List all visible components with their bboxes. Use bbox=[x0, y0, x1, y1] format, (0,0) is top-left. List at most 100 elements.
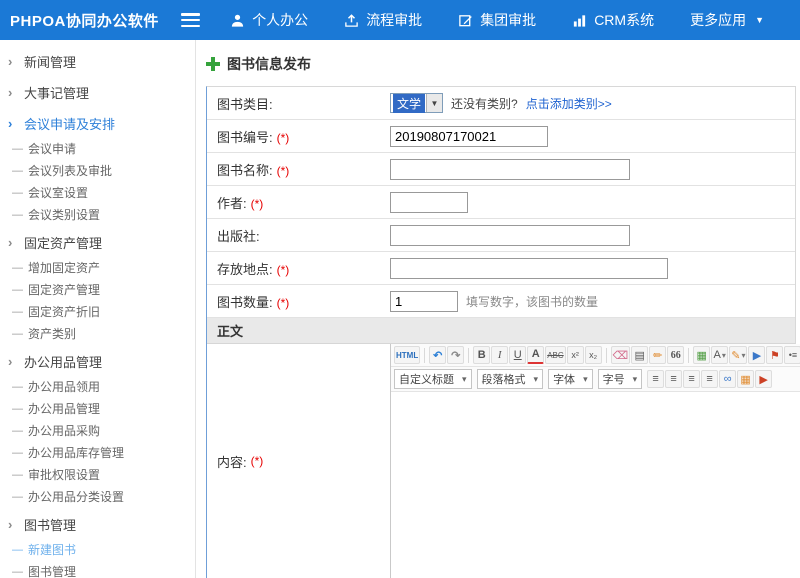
field-label: 图书编号:(*) bbox=[207, 127, 390, 146]
italic-icon[interactable]: I bbox=[491, 346, 508, 364]
nav-crm-system[interactable]: CRM系统 bbox=[572, 10, 654, 30]
nav-personal-office[interactable]: 个人办公 bbox=[230, 10, 308, 30]
sidebar-item-meeting-list[interactable]: 会议列表及审批 bbox=[0, 159, 195, 181]
sidebar-item-label: 图书管理 bbox=[28, 563, 76, 578]
chevron-right-icon bbox=[8, 354, 24, 369]
dash-icon bbox=[12, 141, 28, 155]
undo-icon[interactable]: ↶ bbox=[429, 346, 446, 364]
paragraph-format-select[interactable]: 段落格式 bbox=[477, 369, 544, 389]
nav-process-approval[interactable]: 流程审批 bbox=[344, 10, 422, 30]
nav-group-approval[interactable]: 集团审批 bbox=[458, 10, 536, 30]
sidebar-item-label: 办公用品分类设置 bbox=[28, 488, 124, 505]
sidebar-item-meeting[interactable]: 会议申请及安排 bbox=[0, 110, 195, 137]
align-right-icon[interactable]: ≡ bbox=[683, 370, 700, 388]
sidebar-item-meeting-category[interactable]: 会议类别设置 bbox=[0, 203, 195, 225]
link-icon[interactable]: ∞ bbox=[719, 370, 736, 388]
strikethrough-icon[interactable]: ABC bbox=[545, 346, 565, 364]
font-family-select[interactable]: 字体 bbox=[548, 369, 593, 389]
sidebar-item-news[interactable]: 新闻管理 bbox=[0, 48, 195, 75]
redo-icon[interactable]: ↷ bbox=[447, 346, 464, 364]
editor-toolbar-row1: HTML ↶ ↷ B I U A ABC x² x₂ ⌫ bbox=[391, 344, 800, 367]
dash-icon bbox=[12, 445, 28, 459]
book-number-input[interactable] bbox=[390, 126, 548, 147]
font-size-select[interactable]: 字号 bbox=[598, 369, 643, 389]
insert-image-icon[interactable]: ▦ bbox=[693, 346, 710, 364]
font-color-menu-icon[interactable]: A bbox=[711, 346, 728, 364]
nav-more-apps[interactable]: 更多应用 ▼ bbox=[690, 10, 764, 30]
author-input[interactable] bbox=[390, 192, 468, 213]
sidebar-item-supplies-stock[interactable]: 办公用品库存管理 bbox=[0, 441, 195, 463]
sidebar-item-assets[interactable]: 固定资产管理 bbox=[0, 229, 195, 256]
subscript-icon[interactable]: x₂ bbox=[585, 346, 602, 364]
flag-icon[interactable]: ⚑ bbox=[766, 346, 783, 364]
sidebar-item-supplies-use[interactable]: 办公用品领用 bbox=[0, 375, 195, 397]
sidebar-item-book-manage[interactable]: 图书管理 bbox=[0, 560, 195, 578]
sidebar-item-asset-depreciation[interactable]: 固定资产折旧 bbox=[0, 300, 195, 322]
video-icon[interactable]: ▶ bbox=[755, 370, 772, 388]
sidebar-item-supplies[interactable]: 办公用品管理 bbox=[0, 348, 195, 375]
form-row-category: 图书类目: 文学 ▼ 还没有类别? 点击添加类别>> bbox=[207, 87, 795, 120]
required-mark: (*) bbox=[277, 131, 290, 145]
font-color-icon[interactable]: A bbox=[527, 346, 544, 364]
sidebar-item-label: 新建图书 bbox=[28, 541, 76, 558]
sidebar-item-book-new[interactable]: 新建图书 bbox=[0, 538, 195, 560]
sidebar-item-supplies-category[interactable]: 办公用品分类设置 bbox=[0, 485, 195, 507]
category-select[interactable]: 文学 ▼ bbox=[390, 93, 443, 113]
align-center-icon[interactable]: ≡ bbox=[665, 370, 682, 388]
media-icon[interactable]: ▶ bbox=[748, 346, 765, 364]
add-category-link[interactable]: 点击添加类别>> bbox=[526, 95, 612, 112]
editor-content-area[interactable] bbox=[391, 392, 800, 578]
dash-icon bbox=[12, 489, 28, 503]
field-label: 出版社: bbox=[207, 226, 390, 245]
form-row-author: 作者:(*) bbox=[207, 186, 795, 219]
upload-process-icon bbox=[344, 13, 359, 28]
sidebar-item-supplies-manage[interactable]: 办公用品管理 bbox=[0, 397, 195, 419]
sidebar-item-asset-category[interactable]: 资产类别 bbox=[0, 322, 195, 344]
quantity-input[interactable] bbox=[390, 291, 458, 312]
sidebar-item-label: 办公用品库存管理 bbox=[28, 444, 124, 461]
custom-title-select[interactable]: 自定义标题 bbox=[394, 369, 472, 389]
format-brush-icon[interactable]: ✏ bbox=[649, 346, 666, 364]
form-row-quantity: 图书数量:(*) 填写数字，该图书的数量 bbox=[207, 285, 795, 318]
bold-icon[interactable]: B bbox=[473, 346, 490, 364]
sidebar-item-supplies-purchase[interactable]: 办公用品采购 bbox=[0, 419, 195, 441]
sidebar-item-books[interactable]: 图书管理 bbox=[0, 511, 195, 538]
sidebar-item-label: 会议申请及安排 bbox=[24, 114, 115, 133]
blockquote-icon[interactable]: 66 bbox=[667, 346, 684, 364]
html-source-icon[interactable]: HTML bbox=[394, 346, 420, 364]
hamburger-menu-icon[interactable] bbox=[181, 13, 200, 27]
sidebar-item-meeting-apply[interactable]: 会议申请 bbox=[0, 137, 195, 159]
rich-text-editor: HTML ↶ ↷ B I U A ABC x² x₂ ⌫ bbox=[390, 344, 800, 578]
body-section-title: 正文 bbox=[207, 318, 795, 344]
book-form: 图书类目: 文学 ▼ 还没有类别? 点击添加类别>> 图书编号:(*) 图书名称… bbox=[206, 86, 796, 578]
dash-icon bbox=[12, 564, 28, 578]
edit-square-icon bbox=[458, 13, 473, 28]
underline-icon[interactable]: U bbox=[509, 346, 526, 364]
sidebar-item-asset-manage[interactable]: 固定资产管理 bbox=[0, 278, 195, 300]
superscript-icon[interactable]: x² bbox=[567, 346, 584, 364]
nav-label: 个人办公 bbox=[252, 10, 308, 30]
align-left-icon[interactable]: ≡ bbox=[647, 370, 664, 388]
paste-icon[interactable]: ▤ bbox=[631, 346, 648, 364]
dropdown-arrow-icon[interactable]: ▼ bbox=[426, 94, 442, 112]
align-justify-icon[interactable]: ≡ bbox=[701, 370, 718, 388]
form-row-publisher: 出版社: bbox=[207, 219, 795, 252]
eraser-icon[interactable]: ⌫ bbox=[611, 346, 631, 364]
picture-icon[interactable]: ▦ bbox=[737, 370, 754, 388]
sidebar-item-memorabilia[interactable]: 大事记管理 bbox=[0, 79, 195, 106]
location-input[interactable] bbox=[390, 258, 668, 279]
publisher-input[interactable] bbox=[390, 225, 630, 246]
nav-label: CRM系统 bbox=[594, 10, 654, 30]
highlight-menu-icon[interactable]: ✎ bbox=[729, 346, 747, 364]
sidebar-item-label: 资产类别 bbox=[28, 325, 76, 342]
book-name-input[interactable] bbox=[390, 159, 630, 180]
bar-chart-icon bbox=[572, 13, 587, 28]
bullet-list-icon[interactable]: •≡ bbox=[784, 346, 800, 364]
sidebar-item-approval-permission[interactable]: 审批权限设置 bbox=[0, 463, 195, 485]
sidebar-item-asset-add[interactable]: 增加固定资产 bbox=[0, 256, 195, 278]
person-icon bbox=[230, 13, 245, 28]
sidebar-item-meeting-room[interactable]: 会议室设置 bbox=[0, 181, 195, 203]
required-mark: (*) bbox=[251, 454, 264, 468]
chevron-right-icon bbox=[8, 85, 24, 100]
dash-icon bbox=[12, 185, 28, 199]
